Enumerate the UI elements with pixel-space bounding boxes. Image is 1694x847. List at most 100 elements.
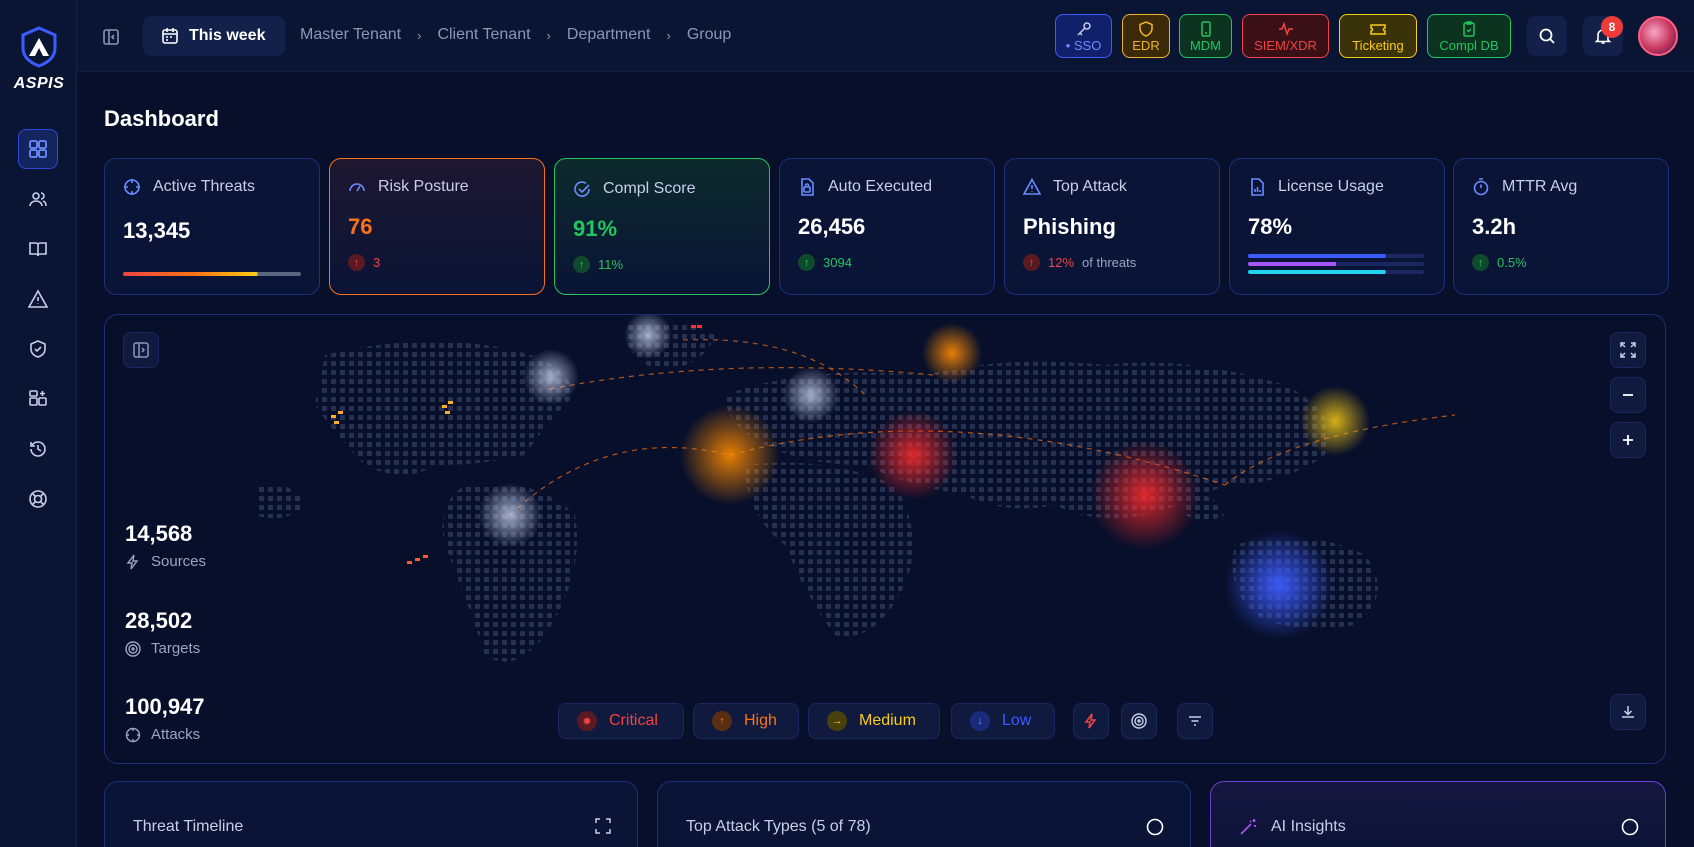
integration-compl-db-label: Compl DB — [1439, 37, 1499, 53]
nav-users[interactable] — [18, 179, 58, 219]
integration-ticketing-label: Ticketing — [1352, 37, 1404, 53]
integration-mdm[interactable]: MDM — [1179, 14, 1232, 58]
fullscreen-button[interactable] — [1610, 332, 1646, 368]
integration-ticketing[interactable]: Ticketing — [1339, 14, 1417, 58]
kpi-card-license-usage[interactable]: License Usage 78% — [1229, 158, 1445, 295]
threat-map[interactable]: 14,568 Sources 28,502 Targets 100,947 At… — [104, 314, 1666, 764]
kpi-value: 78% — [1248, 214, 1293, 239]
file-lock-icon — [801, 178, 814, 196]
legend-low[interactable]: ↓ Low — [951, 703, 1055, 739]
stat-sources: 14,568 Sources — [125, 521, 206, 570]
user-avatar[interactable] — [1638, 16, 1678, 56]
integration-edr[interactable]: EDR — [1122, 14, 1170, 58]
integration-sso-label: • SSO — [1065, 37, 1102, 53]
calendar-icon — [162, 28, 178, 44]
search-button[interactable] — [1527, 16, 1567, 56]
kpi-delta: 11% — [598, 257, 624, 272]
zoom-in-button[interactable] — [1610, 422, 1646, 458]
sidebar: ASPIS — [0, 0, 77, 847]
key-icon — [1076, 21, 1091, 36]
integration-sso[interactable]: • SSO — [1055, 14, 1112, 58]
integration-mdm-label: MDM — [1189, 37, 1222, 53]
kpi-card-active-threats[interactable]: Active Threats 13,345 — [104, 158, 320, 295]
logo-text: ASPIS — [13, 75, 65, 92]
zoom-out-button[interactable] — [1610, 377, 1646, 413]
arrow-right-icon: → — [827, 711, 847, 731]
kpi-delta-suffix: of threats — [1082, 255, 1137, 270]
kpi-card-mttr-avg[interactable]: MTTR Avg 3.2h ↑ 0.5% — [1453, 158, 1669, 295]
kpi-value: 13,345 — [123, 218, 191, 243]
stat-attacks: 100,947 Attacks — [125, 694, 205, 743]
lifebuoy-icon — [29, 490, 47, 508]
shield-check-icon — [30, 340, 46, 358]
panel-toggle-icon — [133, 342, 149, 358]
sidebar-toggle-icon — [103, 29, 119, 45]
nav-history[interactable] — [18, 429, 58, 469]
page-title: Dashboard — [104, 106, 219, 131]
nav-dashboard[interactable] — [18, 129, 58, 169]
panel-expand-button[interactable] — [595, 818, 611, 839]
legend-label: Medium — [859, 712, 916, 729]
nav-alerts[interactable] — [18, 279, 58, 319]
filter-icon — [1189, 716, 1201, 726]
toggle-panel-button[interactable] — [123, 332, 159, 368]
kpi-label: Risk Posture — [378, 178, 469, 195]
collapse-sidebar-button[interactable] — [100, 26, 122, 48]
filter-button[interactable] — [1177, 703, 1213, 739]
date-range-picker[interactable]: This week — [143, 16, 285, 56]
plus-icon — [1623, 435, 1633, 445]
circle-icon — [1146, 818, 1164, 836]
panel-options-button[interactable] — [1146, 818, 1164, 841]
filter-sources-button[interactable] — [1073, 703, 1109, 739]
filter-targets-button[interactable] — [1121, 703, 1157, 739]
nav-support[interactable] — [18, 479, 58, 519]
stat-label: Targets — [151, 640, 201, 657]
kpi-card-auto-executed[interactable]: Auto Executed 26,456 ↑ 3094 — [779, 158, 995, 295]
integration-siem-xdr[interactable]: SIEM/XDR — [1242, 14, 1329, 58]
bolt-icon — [126, 554, 139, 569]
breadcrumb-client-tenant[interactable]: Client Tenant — [437, 26, 530, 44]
arrow-up-icon: ↑ — [573, 256, 590, 273]
breadcrumb-master-tenant[interactable]: Master Tenant — [300, 26, 401, 44]
legend-label: High — [744, 712, 777, 729]
apps-add-icon — [29, 390, 47, 406]
legend-high[interactable]: ↑ High — [693, 703, 799, 739]
kpi-delta: 3094 — [823, 255, 852, 270]
kpi-label: Active Threats — [153, 178, 255, 195]
nav-integrations[interactable] — [18, 379, 58, 419]
arrow-up-icon: ↑ — [1023, 254, 1040, 271]
check-circle-icon — [574, 181, 590, 197]
nav-security[interactable] — [18, 329, 58, 369]
kpi-label: Compl Score — [603, 180, 696, 197]
kpi-card-compl-score[interactable]: Compl Score 91% ↑ 11% — [554, 158, 770, 295]
stopwatch-icon — [1473, 178, 1489, 196]
panel-top-attack-types: Top Attack Types (5 of 78) — [657, 781, 1191, 847]
chevron-right-icon: › — [546, 27, 551, 43]
stat-targets: 28,502 Targets — [125, 608, 200, 657]
panel-options-button[interactable] — [1621, 818, 1639, 841]
breadcrumb-group[interactable]: Group — [687, 26, 731, 44]
document-chart-icon — [1251, 178, 1264, 196]
warning-icon — [28, 289, 48, 308]
kpi-delta: 12% — [1048, 255, 1075, 270]
warning-icon — [1023, 178, 1041, 195]
kpi-card-risk-posture[interactable]: Risk Posture 76 ↑ 3 — [329, 158, 545, 295]
kpi-card-top-attack[interactable]: Top Attack Phishing ↑ 12% of threats — [1004, 158, 1220, 295]
legend-medium[interactable]: → Medium — [808, 703, 940, 739]
arrow-up-icon: ↑ — [798, 254, 815, 271]
nav-playbooks[interactable] — [18, 229, 58, 269]
kpi-value: 76 — [348, 214, 373, 239]
notification-count-badge: 8 — [1601, 16, 1623, 38]
download-button[interactable] — [1610, 694, 1646, 730]
app-logo[interactable]: ASPIS — [8, 26, 70, 93]
arrow-up-icon: ↑ — [712, 711, 732, 731]
breadcrumb-department[interactable]: Department — [567, 26, 651, 44]
phone-icon — [1200, 20, 1211, 37]
legend-critical[interactable]: ✹ Critical — [558, 703, 684, 739]
integration-compl-db[interactable]: Compl DB — [1427, 14, 1511, 58]
arrow-down-icon: ↓ — [970, 711, 990, 731]
bolt-icon — [1084, 713, 1097, 729]
book-icon — [29, 242, 47, 257]
license-bar-3 — [1248, 270, 1424, 274]
panel-threat-timeline: Threat Timeline — [104, 781, 638, 847]
